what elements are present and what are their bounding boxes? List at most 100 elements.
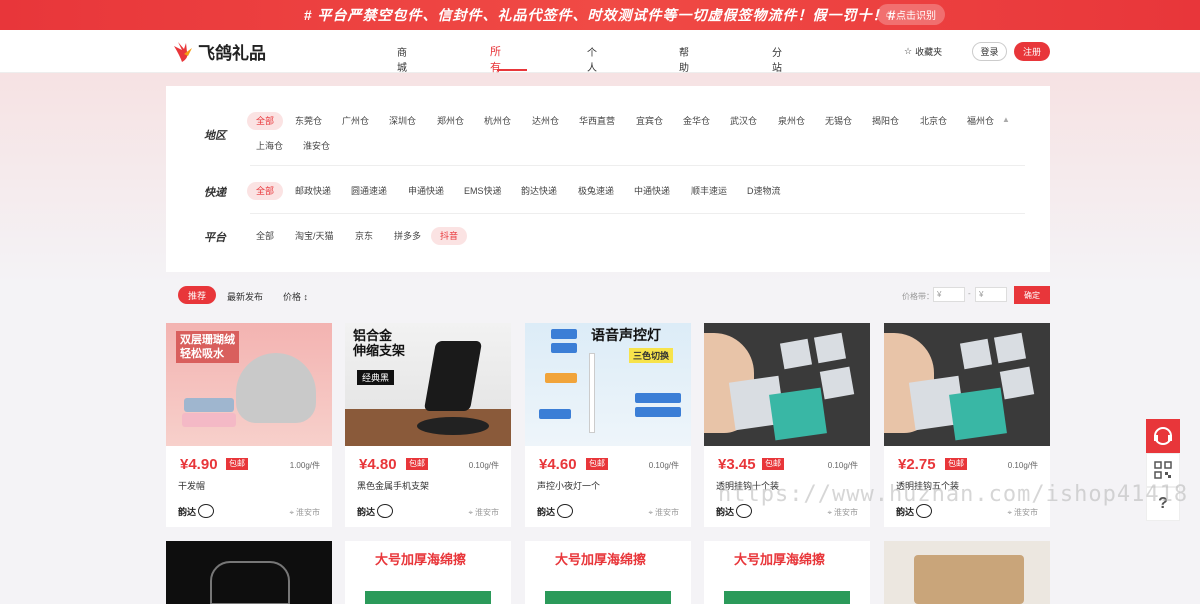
label-chip: [551, 329, 577, 339]
label-chip: [551, 343, 577, 353]
price-confirm-button[interactable]: 确定: [1014, 286, 1050, 304]
product-location: ⌖ 淮安市: [1007, 507, 1038, 518]
label-chip: [635, 407, 681, 417]
lamp-shape: [589, 353, 595, 433]
express-option[interactable]: 极兔速递: [569, 182, 623, 200]
region-option[interactable]: 深圳仓: [380, 112, 425, 130]
login-button[interactable]: 登录: [972, 42, 1007, 61]
location-pin-icon: ⌖: [289, 507, 294, 517]
logo-text: 飞鸽礼品: [198, 44, 266, 63]
product-card[interactable]: 大号加厚海绵擦: [345, 541, 511, 604]
location-pin-icon: ⌖: [468, 507, 473, 517]
collapse-up-icon[interactable]: ▲: [1002, 115, 1010, 124]
express-option[interactable]: 全部: [247, 182, 284, 200]
express-option[interactable]: 中通快递: [625, 182, 679, 200]
express-option[interactable]: 邮政快递: [286, 182, 340, 200]
hook-pad-shape: [993, 332, 1027, 364]
region-option[interactable]: 揭阳仓: [863, 112, 908, 130]
hook-pad-shape: [813, 332, 847, 364]
express-option[interactable]: 韵达快递: [512, 182, 566, 200]
product-name: 黑色金属手机支架: [357, 481, 430, 491]
platform-option[interactable]: 抖音: [431, 227, 468, 245]
sort-recommend-button[interactable]: 推荐: [178, 286, 216, 304]
product-location: ⌖ 淮安市: [468, 507, 499, 518]
region-option[interactable]: 东莞仓: [286, 112, 331, 130]
notice-text: # 平台严禁空包件、信封件、礼品代签件、时效测试件等一切虚假签物流件！假一罚十！…: [303, 7, 897, 23]
hook-pad-shape: [959, 338, 993, 370]
region-option[interactable]: 全部: [247, 112, 284, 130]
platform-option[interactable]: 全部: [247, 227, 283, 245]
favorites-label: 收藏夹: [915, 47, 943, 57]
hook-pad-shape: [819, 366, 855, 400]
product-price: ¥4.60: [539, 456, 577, 473]
region-option[interactable]: 达州仓: [523, 112, 568, 130]
product-weight: 1.00g/件: [289, 461, 320, 470]
price-dash: -: [968, 289, 971, 298]
region-option[interactable]: 郑州仓: [428, 112, 473, 130]
divider: [250, 213, 1025, 214]
platform-option[interactable]: 淘宝/天猫: [286, 227, 343, 245]
product-card[interactable]: 大号加厚海绵擦: [704, 541, 870, 604]
platform-option[interactable]: 京东: [346, 227, 382, 245]
price-max-input[interactable]: ¥: [975, 287, 1007, 302]
product-card[interactable]: 语音声控灯 三色切换 ¥4.60 包邮 0.10g/件 声控小夜灯一个 韵达 ⌖…: [525, 323, 691, 527]
region-option[interactable]: 广州仓: [333, 112, 378, 130]
region-option[interactable]: 武汉仓: [721, 112, 766, 130]
register-button[interactable]: 注册: [1014, 42, 1050, 61]
region-option[interactable]: 淮安仓: [294, 137, 339, 155]
express-option[interactable]: 圆通速递: [342, 182, 396, 200]
product-weight: 0.10g/件: [468, 461, 499, 470]
nav-active-indicator: [497, 69, 527, 71]
product-image: 大号加厚海绵擦: [345, 541, 511, 604]
region-option[interactable]: 宜宾仓: [627, 112, 672, 130]
sort-price-button[interactable]: 价格 ↕: [283, 290, 308, 303]
image-caption: 语音声控灯: [591, 327, 661, 343]
sponge-shape: [724, 591, 850, 604]
price-min-input[interactable]: ¥: [933, 287, 965, 302]
region-option[interactable]: 福州仓: [958, 112, 1003, 130]
product-image: 大号加厚海绵擦: [704, 541, 870, 604]
region-option[interactable]: 无锡仓: [816, 112, 861, 130]
product-card[interactable]: [166, 541, 332, 604]
stand-base-shape: [417, 417, 489, 435]
courier-logo: 韵达: [537, 504, 574, 518]
express-option[interactable]: 申通快递: [399, 182, 453, 200]
express-option[interactable]: EMS快递: [455, 182, 511, 200]
region-option[interactable]: 上海仓: [247, 137, 292, 155]
image-caption-badge: 三色切换: [629, 348, 674, 363]
phone-stand-shape: [423, 341, 483, 411]
pigeon-logo-icon: [174, 41, 192, 62]
site-header: 飞鸽礼品 商城首页 所有商品 个人中心 帮助中心 分站加盟 ☆ 收藏夹 登录 注…: [0, 30, 1200, 106]
price-range-label: 价格带：: [902, 292, 934, 301]
site-logo[interactable]: 飞鸽礼品: [172, 39, 266, 64]
identify-button[interactable]: ⌂ 点击识别: [877, 4, 945, 25]
platform-option[interactable]: 拼多多: [385, 227, 430, 245]
product-image: 双层珊瑚绒 轻松吸水: [166, 323, 332, 446]
favorites-link[interactable]: ☆ 收藏夹: [904, 45, 942, 58]
divider: [250, 165, 1025, 166]
region-option[interactable]: 泉州仓: [769, 112, 814, 130]
region-option[interactable]: 杭州仓: [475, 112, 520, 130]
product-name: 声控小夜灯一个: [537, 481, 601, 491]
hook-pad-shape: [999, 366, 1035, 400]
platform-label: 平台: [204, 232, 226, 244]
label-chip: [545, 373, 577, 383]
free-shipping-badge: 包邮: [226, 458, 248, 470]
image-caption: 铝合金 伸缩支架: [353, 328, 406, 358]
region-option[interactable]: 华西直营: [570, 112, 624, 130]
product-card[interactable]: 双层珊瑚绒 轻松吸水 ¥4.90 包邮 1.00g/件 干发帽 韵达 ⌖ 淮安市: [166, 323, 332, 527]
product-card[interactable]: [884, 541, 1050, 604]
customer-service-button[interactable]: [1146, 419, 1180, 453]
location-pin-icon: ⌖: [827, 507, 832, 517]
express-option[interactable]: 顺丰速运: [682, 182, 736, 200]
region-label: 地区: [204, 130, 226, 142]
smile-icon: [198, 504, 215, 518]
region-option[interactable]: 北京仓: [911, 112, 956, 130]
express-option[interactable]: D速物流: [738, 182, 790, 200]
product-card[interactable]: 大号加厚海绵擦: [525, 541, 691, 604]
product-price: ¥3.45: [718, 456, 756, 473]
product-card[interactable]: 铝合金 伸缩支架 经典黑 ¥4.80 包邮 0.10g/件 黑色金属手机支架 韵…: [345, 323, 511, 527]
courier-logo: 韵达: [357, 504, 394, 518]
sort-latest-button[interactable]: 最新发布: [227, 290, 263, 303]
region-option[interactable]: 金华仓: [674, 112, 719, 130]
